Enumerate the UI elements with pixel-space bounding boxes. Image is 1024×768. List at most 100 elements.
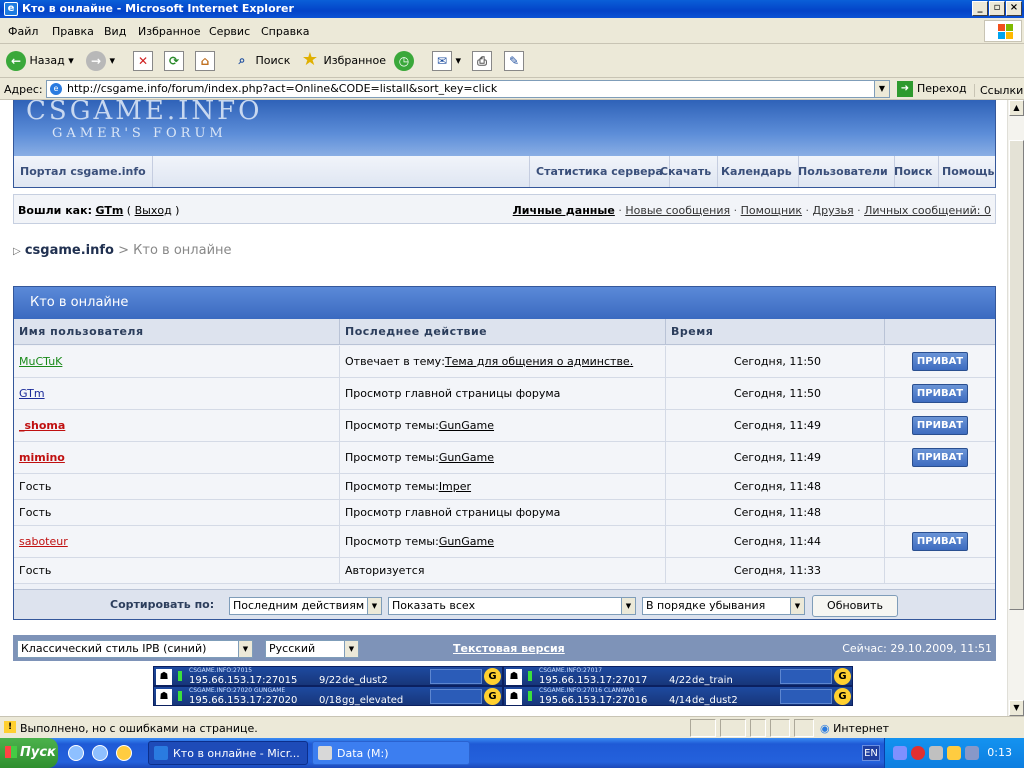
- favorites-button[interactable]: ★ Избранное: [300, 50, 386, 72]
- row-action-link[interactable]: GunGame: [439, 451, 494, 464]
- logout-link[interactable]: Выход: [135, 204, 172, 217]
- antivirus-icon[interactable]: [911, 746, 925, 760]
- task-ie-window[interactable]: Кто в онлайне - Micr...: [148, 741, 308, 765]
- server-map: de_dust2: [342, 675, 388, 686]
- network-icon[interactable]: [893, 746, 907, 760]
- friends-link[interactable]: Друзья: [813, 204, 854, 217]
- online-panel: Кто в онлайне Имя пользователя Последнее…: [13, 286, 996, 620]
- row-username[interactable]: mimino: [19, 451, 65, 464]
- warning-icon[interactable]: !: [4, 721, 16, 733]
- minimize-button[interactable]: _: [972, 1, 988, 16]
- start-button[interactable]: Пуск: [0, 738, 58, 768]
- security-icon[interactable]: [947, 746, 961, 760]
- menu-bar: Файл Правка Вид Избранное Сервис Справка: [0, 18, 1024, 44]
- search-button[interactable]: ⌕ Поиск: [232, 50, 291, 72]
- scroll-down-icon[interactable]: ▼: [1009, 700, 1024, 716]
- close-button[interactable]: ×: [1006, 1, 1022, 16]
- server-map: de_train: [692, 675, 733, 686]
- current-user-link[interactable]: GTm: [95, 204, 123, 217]
- nav-download[interactable]: Скачать: [654, 156, 719, 187]
- vertical-scrollbar[interactable]: ▲ ▼: [1007, 100, 1024, 716]
- task-data-drive[interactable]: Data (M:): [312, 741, 470, 765]
- connect-icon[interactable]: G: [484, 668, 501, 685]
- private-message-button[interactable]: ПРИВАТ: [912, 384, 968, 403]
- tray-app-icon[interactable]: [965, 746, 979, 760]
- blocked-icon[interactable]: [770, 719, 790, 737]
- back-button[interactable]: ← Назад ▾: [6, 50, 74, 72]
- ie-quicklaunch-icon[interactable]: [92, 745, 108, 761]
- server-entry[interactable]: ☗ CSGAME.INFO:27015 195.66.153.17:27015 9/2…: [153, 666, 503, 686]
- refresh-button[interactable]: ⟳: [164, 50, 184, 72]
- nav-server-stats[interactable]: Статистика сервера: [529, 156, 670, 187]
- text-version-link[interactable]: Текстовая версия: [453, 642, 565, 655]
- server-entry[interactable]: ☗ CSGAME.INFO:27016 CLANWAR 195.66.153.17:…: [503, 686, 853, 706]
- scroll-thumb[interactable]: [1009, 140, 1024, 610]
- connect-icon[interactable]: G: [834, 668, 851, 685]
- zone-info: ◉ Интернет: [820, 722, 890, 735]
- row-user-cell: _shoma: [14, 410, 340, 441]
- forward-button[interactable]: → ▾: [86, 50, 115, 72]
- menu-tools[interactable]: Сервис: [209, 25, 250, 38]
- address-input[interactable]: e http://csgame.info/forum/index.php?act…: [46, 80, 890, 98]
- server-players: 0/18: [319, 695, 342, 706]
- nav-portal[interactable]: Портал csgame.info: [14, 156, 153, 187]
- update-button[interactable]: Обновить: [812, 595, 898, 617]
- nav-calendar[interactable]: Календарь: [715, 156, 799, 187]
- server-ip: 195.66.153.17:27017: [539, 675, 648, 686]
- links-button[interactable]: Ссылки: [974, 84, 1023, 97]
- go-button[interactable]: ➜ Переход: [897, 81, 967, 97]
- private-message-button[interactable]: ПРИВАТ: [912, 448, 968, 467]
- messages-link[interactable]: Личных сообщений: 0: [864, 204, 991, 217]
- stop-button[interactable]: ✕: [133, 50, 153, 72]
- breadcrumb-home[interactable]: csgame.info: [25, 243, 114, 258]
- menu-edit[interactable]: Правка: [52, 25, 94, 38]
- connect-icon[interactable]: G: [484, 688, 501, 705]
- sort-key-select[interactable]: Последним действиям ▼: [229, 597, 382, 615]
- mail-button[interactable]: ✉ ▾: [432, 50, 461, 72]
- row-username[interactable]: saboteur: [19, 535, 68, 548]
- menu-help[interactable]: Справка: [261, 25, 309, 38]
- row-username[interactable]: GTm: [19, 387, 45, 400]
- nav-members[interactable]: Пользователи: [792, 156, 895, 187]
- sort-order-select[interactable]: В порядке убывания ▼: [642, 597, 805, 615]
- skin-select[interactable]: Классический стиль IPB (синий) ▼: [17, 640, 253, 658]
- menu-favorites[interactable]: Избранное: [138, 25, 200, 38]
- row-action-link[interactable]: GunGame: [439, 419, 494, 432]
- row-action-link[interactable]: Тема для общения о админстве.: [445, 355, 633, 368]
- connect-icon[interactable]: G: [834, 688, 851, 705]
- menu-view[interactable]: Вид: [104, 25, 126, 38]
- row-user-cell: saboteur: [14, 526, 340, 557]
- private-message-button[interactable]: ПРИВАТ: [912, 352, 968, 371]
- row-user-cell: Гость: [14, 474, 340, 499]
- maximize-button[interactable]: ▫: [989, 1, 1005, 16]
- row-action-link[interactable]: Imper: [439, 480, 471, 493]
- history-button[interactable]: ◷: [394, 50, 414, 72]
- nav-search[interactable]: Поиск: [888, 156, 940, 187]
- new-posts-link[interactable]: Новые сообщения: [625, 204, 730, 217]
- nav-help[interactable]: Помощь: [936, 156, 1000, 187]
- media-player-icon[interactable]: [116, 745, 132, 761]
- private-message-button[interactable]: ПРИВАТ: [912, 416, 968, 435]
- show-desktop-icon[interactable]: [68, 745, 84, 761]
- server-entry[interactable]: ☗ CSGAME.INFO:27017 195.66.153.17:27017 4/2…: [503, 666, 853, 686]
- language-indicator[interactable]: EN: [862, 745, 880, 761]
- edit-button[interactable]: ✎: [504, 50, 524, 72]
- my-controls-link[interactable]: Личные данные: [513, 204, 615, 217]
- row-username[interactable]: MuCTuK: [19, 355, 62, 368]
- row-username[interactable]: _shoma: [19, 419, 65, 432]
- logged-in-info: Вошли как: GTm ( Выход ): [18, 204, 180, 217]
- private-message-button[interactable]: ПРИВАТ: [912, 532, 968, 551]
- server-entry[interactable]: ☗ CSGAME.INFO:27020 GUNGAME 195.66.153.17:…: [153, 686, 503, 706]
- row-action-link[interactable]: GunGame: [439, 535, 494, 548]
- server-name: CSGAME.INFO:27020 GUNGAME: [189, 687, 286, 694]
- language-select[interactable]: Русский ▼: [265, 640, 359, 658]
- banner-subtitle: GAMER'S FORUM: [52, 126, 227, 141]
- volume-icon[interactable]: [929, 746, 943, 760]
- home-button[interactable]: ⌂: [195, 50, 215, 72]
- assistant-link[interactable]: Помощник: [741, 204, 802, 217]
- address-dropdown-icon[interactable]: ▼: [874, 81, 889, 97]
- scroll-up-icon[interactable]: ▲: [1009, 100, 1024, 116]
- print-button[interactable]: ⎙: [472, 50, 492, 72]
- sort-filter-select[interactable]: Показать всех ▼: [388, 597, 636, 615]
- menu-file[interactable]: Файл: [8, 25, 38, 38]
